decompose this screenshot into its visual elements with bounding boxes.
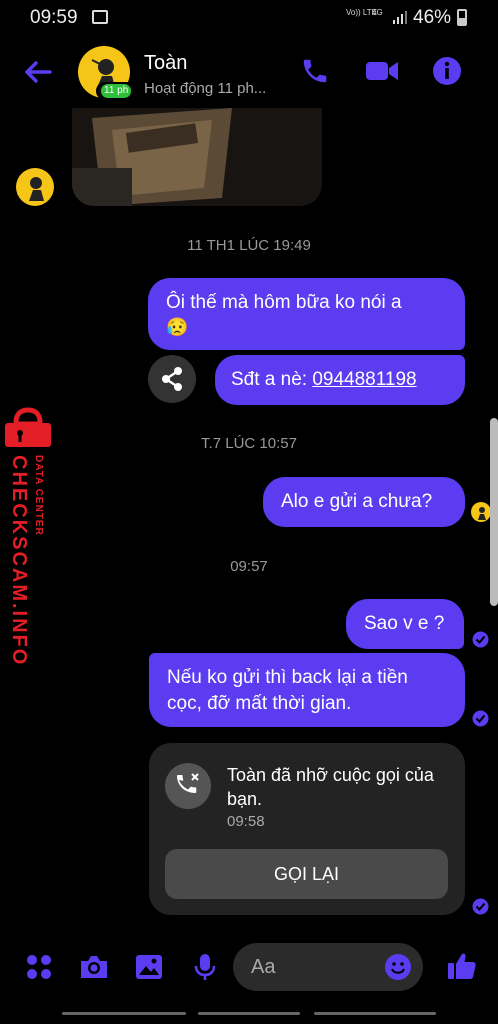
seen-check-icon [472, 898, 489, 915]
share-button[interactable] [148, 355, 196, 403]
sent-message[interactable]: Sđt a nè: 0944881198 [215, 355, 465, 405]
battery-icon [457, 9, 467, 26]
sent-message[interactable]: Sao v e ? [346, 599, 464, 649]
missed-call-time: 09:58 [227, 813, 265, 830]
missed-call-icon [165, 763, 211, 809]
call-back-button[interactable]: GỌI LẠI [165, 849, 448, 899]
seen-check-icon [472, 631, 489, 648]
menu-dots-icon[interactable] [24, 952, 54, 982]
status-bar: 09:59 Vo)) LTE 4G 46% [0, 0, 498, 34]
video-call-icon[interactable] [364, 56, 400, 86]
timestamp: 09:57 [230, 558, 268, 575]
contact-name[interactable]: Toàn [144, 52, 187, 75]
message-text: Ôi thế mà hôm bữa ko nói a [166, 292, 402, 313]
gallery-icon[interactable] [134, 952, 164, 982]
watermark-sub: DATA CENTER [33, 455, 44, 536]
watermark-brand: CHECKSCAM.INFO [8, 455, 30, 667]
camera-icon[interactable] [78, 952, 110, 982]
message-input[interactable]: Aa [233, 943, 423, 991]
scrollbar-thumb[interactable] [490, 418, 498, 606]
network-type: 4G [372, 8, 383, 17]
nav-hint [62, 1012, 186, 1015]
back-arrow-icon[interactable] [22, 56, 54, 88]
shared-photo[interactable] [72, 108, 322, 206]
active-time-badge: 11 ph [96, 82, 137, 100]
timestamp: 11 TH1 LÚC 19:49 [187, 237, 311, 254]
message-text: Alo e gửi a chưa? [281, 491, 433, 512]
contact-avatar-small[interactable] [16, 168, 54, 206]
seen-avatar [471, 502, 491, 522]
nav-hint [314, 1012, 436, 1015]
phone-icon[interactable] [300, 56, 330, 86]
input-placeholder: Aa [251, 956, 276, 978]
nav-hint [198, 1012, 300, 1015]
message-text: Sao v e ? [364, 613, 445, 634]
like-icon[interactable] [446, 950, 478, 982]
phone-number-link[interactable]: 0944881198 [312, 369, 416, 390]
share-icon [162, 367, 182, 391]
sent-message[interactable]: Ôi thế mà hôm bữa ko nói a 😥 [148, 278, 465, 350]
message-text: Sđt a nè: [231, 369, 313, 390]
conversation-header [0, 34, 498, 110]
missed-call-card: Toàn đã nhỡ cuộc gọi của bạn. 09:58 GỌI … [149, 743, 465, 915]
emoji-icon[interactable] [384, 953, 412, 981]
contact-status: Hoạt động 11 ph... [144, 80, 267, 97]
signal-icon [393, 11, 407, 24]
info-icon[interactable] [432, 56, 462, 86]
timestamp: T.7 LÚC 10:57 [201, 435, 297, 452]
missed-call-text: Toàn đã nhỡ cuộc gọi của bạn. [227, 765, 434, 809]
message-emoji: 😥 [166, 317, 189, 337]
status-time: 09:59 [30, 7, 78, 28]
message-text: Nếu ko gửi thì back lại a tiền cọc, đỡ m… [167, 667, 408, 714]
sent-message[interactable]: Alo e gửi a chưa? [263, 477, 465, 527]
seen-check-icon [472, 710, 489, 727]
mic-icon[interactable] [190, 952, 220, 982]
gallery-notification-icon [92, 10, 108, 24]
sent-message[interactable]: Nếu ko gửi thì back lại a tiền cọc, đỡ m… [149, 653, 465, 727]
lock-icon [5, 407, 51, 447]
battery-percent: 46% [413, 7, 452, 28]
